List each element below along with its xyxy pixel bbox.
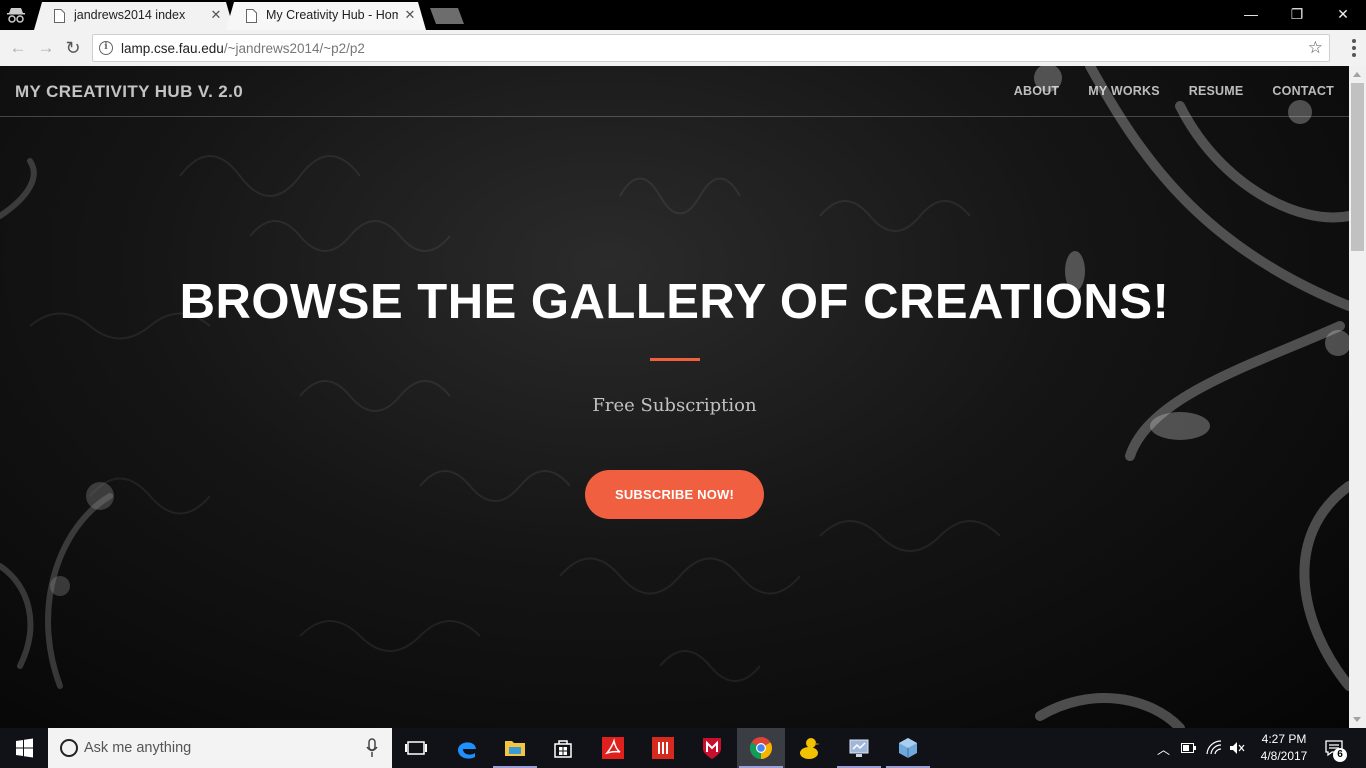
hero-divider xyxy=(650,358,700,361)
store-icon[interactable] xyxy=(539,728,587,768)
scroll-up-icon[interactable] xyxy=(1353,72,1361,77)
site-navbar: MY CREATIVITY HUB V. 2.0 ABOUT MY WORKS … xyxy=(0,66,1349,117)
url-path: /~jandrews2014/~p2/p2 xyxy=(223,41,365,56)
close-tab-icon[interactable]: ✕ xyxy=(402,7,418,23)
minimize-button[interactable]: — xyxy=(1228,0,1274,30)
close-tab-icon[interactable]: ✕ xyxy=(208,7,224,23)
subscribe-button[interactable]: SUBSCRIBE NOW! xyxy=(585,470,764,519)
task-view-icon[interactable] xyxy=(392,728,440,768)
hero-subtitle: Free Subscription xyxy=(592,395,757,416)
scrollbar-thumb[interactable] xyxy=(1351,83,1364,251)
browser-toolbar: ← → ↻ i lamp.cse.fau.edu/~jandrews2014/~… xyxy=(0,30,1366,66)
mcafee-icon[interactable] xyxy=(688,728,736,768)
close-window-button[interactable]: ✕ xyxy=(1320,0,1366,30)
show-hidden-icons-chevron-icon[interactable]: ︿ xyxy=(1157,739,1170,768)
new-tab-button[interactable] xyxy=(430,8,464,24)
tab-my-creativity-hub[interactable]: My Creativity Hub - Hom ✕ xyxy=(226,2,426,30)
bookmark-star-icon[interactable]: ☆ xyxy=(1308,38,1323,58)
page-icon xyxy=(54,9,65,23)
windows-start-icon[interactable] xyxy=(0,728,48,768)
cortana-search-box[interactable]: Ask me anything xyxy=(48,728,392,768)
site-info-icon[interactable]: i xyxy=(99,41,113,55)
network-app-icon[interactable] xyxy=(835,728,883,768)
nav-links: ABOUT MY WORKS RESUME CONTACT xyxy=(985,84,1334,98)
nav-link-contact[interactable]: CONTACT xyxy=(1272,84,1334,98)
nav-link-my-works[interactable]: MY WORKS xyxy=(1088,84,1160,98)
volume-muted-icon[interactable] xyxy=(1229,740,1245,756)
tab-title: My Creativity Hub - Hom xyxy=(266,8,398,22)
hero-section: MY CREATIVITY HUB V. 2.0 ABOUT MY WORKS … xyxy=(0,66,1349,728)
microphone-icon[interactable] xyxy=(366,738,378,758)
wifi-icon[interactable] xyxy=(1206,740,1222,756)
page-icon xyxy=(246,9,257,23)
page-scrollbar[interactable] xyxy=(1349,66,1366,728)
battery-icon[interactable] xyxy=(1181,742,1197,754)
tab-strip: jandrews2014 index ✕ My Creativity Hub -… xyxy=(0,0,1366,30)
virtualbox-icon[interactable] xyxy=(884,728,932,768)
windows-taskbar: Ask me anything ︿ 4:27 PM 4/8/2017 6 xyxy=(0,728,1366,768)
tab-title: jandrews2014 index xyxy=(74,8,186,22)
system-clock[interactable]: 4:27 PM 4/8/2017 xyxy=(1252,731,1316,765)
maximize-button[interactable]: ❐ xyxy=(1274,0,1320,30)
notification-count-badge: 6 xyxy=(1333,748,1347,762)
edge-icon[interactable] xyxy=(443,728,491,768)
duck-app-icon[interactable] xyxy=(786,728,834,768)
site-brand[interactable]: MY CREATIVITY HUB V. 2.0 xyxy=(15,82,243,102)
chrome-icon[interactable] xyxy=(737,728,785,768)
reload-icon[interactable]: ↻ xyxy=(63,38,83,58)
url-text: lamp.cse.fau.edu/~jandrews2014/~p2/p2 xyxy=(121,41,365,56)
nav-link-resume[interactable]: RESUME xyxy=(1189,84,1244,98)
clock-time: 4:27 PM xyxy=(1261,732,1307,746)
incognito-icon xyxy=(7,8,25,23)
tab-jandrews-index[interactable]: jandrews2014 index ✕ xyxy=(34,2,234,30)
forward-icon[interactable]: → xyxy=(36,38,56,58)
office-app-icon[interactable] xyxy=(639,728,687,768)
clock-date: 4/8/2017 xyxy=(1260,749,1308,763)
scroll-down-icon[interactable] xyxy=(1353,717,1361,722)
adobe-acrobat-icon[interactable] xyxy=(589,728,637,768)
chrome-menu-icon[interactable] xyxy=(1352,39,1356,57)
nav-link-about[interactable]: ABOUT xyxy=(1014,84,1059,98)
hero-heading: BROWSE THE GALLERY OF CREATIONS! xyxy=(179,275,1170,329)
cortana-icon xyxy=(60,739,78,757)
page-viewport: MY CREATIVITY HUB V. 2.0 ABOUT MY WORKS … xyxy=(0,66,1366,728)
file-explorer-icon[interactable] xyxy=(491,728,539,768)
search-placeholder: Ask me anything xyxy=(84,740,192,756)
address-bar[interactable]: i lamp.cse.fau.edu/~jandrews2014/~p2/p2 … xyxy=(92,34,1330,62)
url-host: lamp.cse.fau.edu xyxy=(121,41,224,56)
back-icon[interactable]: ← xyxy=(8,38,28,58)
